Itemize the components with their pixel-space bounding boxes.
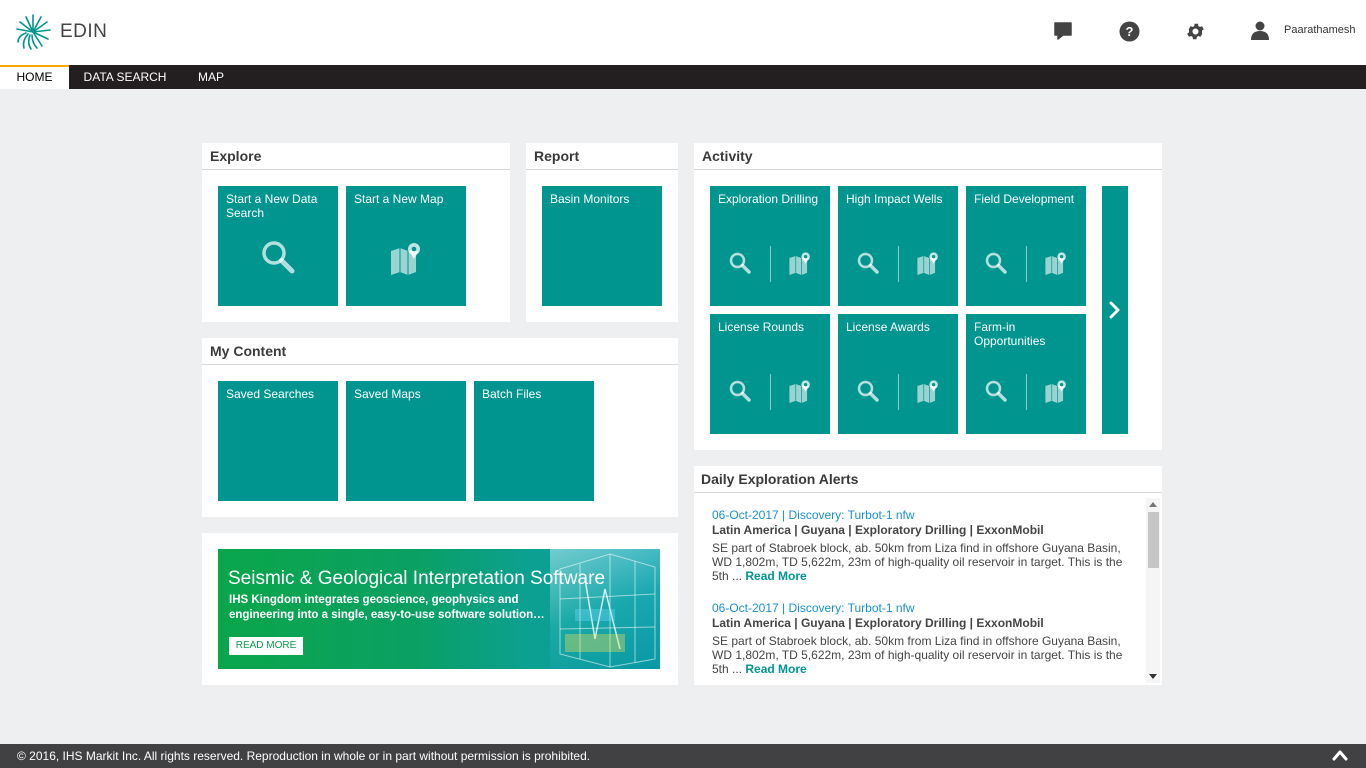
alerts-panel: Daily Exploration Alerts 06-Oct-2017 | D…: [694, 466, 1162, 685]
tab-data-search[interactable]: DATA SEARCH: [69, 65, 181, 89]
alert-item: 06-Oct-2017 | Discovery: Turbot-1 nfw La…: [712, 508, 1132, 583]
map-icon[interactable]: [898, 251, 958, 275]
tile-label: High Impact Wells: [846, 192, 943, 206]
tile-label: Exploration Drilling: [718, 192, 819, 206]
chat-icon[interactable]: [1052, 20, 1074, 42]
scroll-thumb[interactable]: [1148, 512, 1159, 568]
main-nav: HOME DATA SEARCH MAP: [0, 65, 1366, 89]
report-title: Report: [526, 143, 678, 170]
start-new-map-tile[interactable]: Start a New Map: [346, 186, 466, 306]
banner-title: Seismic & Geological Interpretation Soft…: [228, 568, 606, 589]
tile-label: Field Development: [974, 192, 1075, 206]
tile-label: Start a New Map: [354, 192, 444, 206]
activity-tile-high-impact-wells[interactable]: High Impact Wells: [838, 186, 958, 306]
alert-meta: Latin America | Guyana | Exploratory Dri…: [712, 616, 1044, 630]
map-icon[interactable]: [1026, 251, 1086, 275]
edin-logo[interactable]: EDIN: [14, 13, 107, 51]
alerts-scrollbar[interactable]: [1146, 498, 1160, 683]
scroll-top-icon[interactable]: [1332, 748, 1348, 767]
activity-tile-license-awards[interactable]: License Awards: [838, 314, 958, 434]
search-icon[interactable]: [966, 380, 1026, 402]
saved-searches-tile[interactable]: Saved Searches: [218, 381, 338, 501]
user-menu[interactable]: Paarathamesh: [1250, 20, 1356, 40]
activity-tile-field-development[interactable]: Field Development: [966, 186, 1086, 306]
map-icon[interactable]: [770, 379, 830, 403]
start-data-search-tile[interactable]: Start a New Data Search: [218, 186, 338, 306]
search-icon[interactable]: [710, 252, 770, 274]
alert-item: 06-Oct-2017 | Discovery: Turbot-1 nfw La…: [712, 601, 1132, 676]
activity-tile-farm-in-opportunities[interactable]: Farm-in Opportunities: [966, 314, 1086, 434]
search-icon[interactable]: [710, 380, 770, 402]
map-icon: [391, 243, 420, 275]
logo-text: EDIN: [60, 21, 108, 42]
banner-artwork: [550, 549, 660, 669]
activity-next-button[interactable]: [1102, 186, 1128, 434]
tile-label: Farm-in Opportunities: [974, 320, 1046, 348]
tab-map[interactable]: MAP: [181, 65, 241, 89]
scroll-up-arrow[interactable]: [1149, 502, 1157, 507]
my-content-title: My Content: [202, 338, 678, 365]
kingdom-banner[interactable]: Seismic & Geological Interpretation Soft…: [218, 549, 660, 669]
map-icon[interactable]: [770, 251, 830, 275]
activity-tile-exploration-drilling[interactable]: Exploration Drilling: [710, 186, 830, 306]
tile-label: Batch Files: [482, 387, 542, 401]
saved-maps-tile[interactable]: Saved Maps: [346, 381, 466, 501]
tile-label: License Rounds: [718, 320, 805, 334]
search-icon[interactable]: [838, 380, 898, 402]
footer: © 2016, IHS Markit Inc. All rights reser…: [0, 744, 1366, 768]
read-more-link[interactable]: Read More: [745, 662, 806, 676]
my-content-panel: My Content Saved Searches Saved Maps Bat…: [202, 338, 678, 517]
tile-label: Saved Maps: [354, 387, 421, 401]
activity-panel: Activity Exploration Drilling High Impac…: [694, 143, 1162, 450]
banner-read-more-button[interactable]: READ MORE: [229, 637, 303, 655]
search-icon: [262, 241, 295, 274]
activity-title: Activity: [694, 143, 1162, 170]
map-icon[interactable]: [898, 379, 958, 403]
alert-meta: Latin America | Guyana | Exploratory Dri…: [712, 523, 1044, 537]
help-icon[interactable]: ?: [1118, 20, 1140, 42]
tab-home[interactable]: HOME: [0, 65, 69, 89]
tile-label: Start a New Data Search: [226, 192, 318, 220]
explore-title: Explore: [202, 143, 510, 170]
activity-tile-license-rounds[interactable]: License Rounds: [710, 314, 830, 434]
banner-subtitle: IHS Kingdom integrates geoscience, geoph…: [229, 594, 545, 621]
tile-label: License Awards: [846, 320, 930, 334]
tile-label: Basin Monitors: [550, 192, 630, 206]
edin-logo-icon: [16, 14, 51, 50]
alert-text: SE part of Stabroek block, ab. 50km from…: [712, 541, 1132, 583]
svg-text:?: ?: [1125, 24, 1133, 39]
scroll-down-arrow[interactable]: [1149, 674, 1157, 679]
alerts-title: Daily Exploration Alerts: [694, 466, 1162, 493]
alert-link[interactable]: 06-Oct-2017 | Discovery: Turbot-1 nfw: [712, 601, 1132, 615]
report-panel: Report Basin Monitors: [526, 143, 678, 322]
explore-panel: Explore Start a New Data Search Start a …: [202, 143, 510, 322]
alert-text: SE part of Stabroek block, ab. 50km from…: [712, 634, 1132, 676]
app-header: EDIN ? Paarathamesh: [0, 0, 1366, 65]
chevron-right-icon: [1109, 301, 1120, 319]
tile-label: Saved Searches: [226, 387, 315, 401]
copyright-text: © 2016, IHS Markit Inc. All rights reser…: [17, 749, 591, 763]
basin-monitors-tile[interactable]: Basin Monitors: [542, 186, 662, 306]
user-name: Paarathamesh: [1284, 24, 1356, 36]
settings-icon[interactable]: [1184, 20, 1206, 42]
read-more-link[interactable]: Read More: [745, 569, 806, 583]
search-icon[interactable]: [838, 252, 898, 274]
promo-panel: Seismic & Geological Interpretation Soft…: [202, 533, 678, 685]
alert-link[interactable]: 06-Oct-2017 | Discovery: Turbot-1 nfw: [712, 508, 1132, 522]
search-icon[interactable]: [966, 252, 1026, 274]
alerts-list[interactable]: 06-Oct-2017 | Discovery: Turbot-1 nfw La…: [694, 494, 1162, 685]
user-icon: [1251, 21, 1269, 40]
map-icon[interactable]: [1026, 379, 1086, 403]
batch-files-tile[interactable]: Batch Files: [474, 381, 594, 501]
